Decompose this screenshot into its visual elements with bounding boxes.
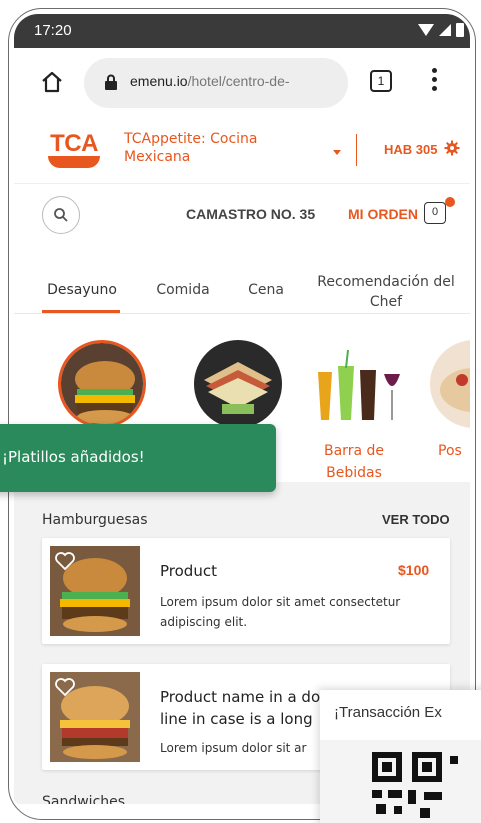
status-time: 17:20 <box>34 22 72 39</box>
tab-comida[interactable]: Comida <box>150 280 216 300</box>
qr-container <box>320 740 481 823</box>
transaction-title: ¡Transacción Ex <box>334 704 442 721</box>
address-bar[interactable]: emenu.io/hotel/centro-de- <box>84 58 348 108</box>
browser-bar: emenu.io/hotel/centro-de- 1 <box>14 48 470 116</box>
table-bar: CAMASTRO NO. 35 MI ORDEN 0 <box>14 184 470 252</box>
product-name: Product <box>160 562 217 580</box>
product-card[interactable]: Product $100 Lorem ipsum dolor sit amet … <box>42 538 450 644</box>
product-name: Product name in a do <box>160 688 321 706</box>
product-image <box>50 672 140 762</box>
product-name-line2: line in case is a long <box>160 710 313 728</box>
restaurant-logo: TCA <box>42 130 106 168</box>
logo-bowl <box>48 156 100 168</box>
search-icon <box>54 208 68 222</box>
subcat-postres[interactable] <box>430 340 470 428</box>
view-all-link[interactable]: VER TODO <box>382 512 450 527</box>
product-description: Lorem ipsum dolor sit ar <box>160 741 307 755</box>
search-button[interactable] <box>42 196 80 234</box>
sandwich-image <box>194 340 282 428</box>
active-tab-indicator <box>42 310 120 313</box>
signal-icon <box>439 24 451 36</box>
subcat-bebidas[interactable] <box>312 340 412 428</box>
subcat-label-postres: Pos <box>438 443 462 459</box>
section-title-sandwiches: Sandwiches <box>42 794 126 804</box>
section-title: Hamburguesas <box>42 512 148 528</box>
url-text: emenu.io/hotel/centro-de- <box>130 73 290 89</box>
product-price: $100 <box>398 562 430 578</box>
tabs-button[interactable]: 1 <box>370 70 392 92</box>
toast-notification: ¡Platillos añadidos! <box>0 424 276 492</box>
category-tabs: Desayuno Comida Cena Recomendación del C… <box>14 252 470 314</box>
order-count-badge[interactable]: 0 <box>424 202 446 224</box>
product-description: Lorem ipsum dolor sit amet consectetur a… <box>160 595 401 629</box>
dessert-image <box>430 340 470 428</box>
screen: 17:20 emenu.io/hotel/centro-de- 1 TCA TC… <box>14 14 470 804</box>
app-header: TCA TCAppetite: Cocina Mexicana HAB 305 <box>14 116 470 184</box>
heart-icon[interactable] <box>54 676 76 698</box>
drinks-image <box>312 340 412 428</box>
product-image <box>50 546 140 636</box>
tab-cena[interactable]: Cena <box>242 280 290 300</box>
url-domain: emenu.io <box>130 73 188 89</box>
tab-recomendacion-chef[interactable]: Recomendación del Chef <box>316 272 456 312</box>
more-menu-icon[interactable] <box>428 66 440 96</box>
my-order-button[interactable]: MI ORDEN <box>348 206 418 222</box>
burger-image <box>61 343 143 425</box>
url-path: /hotel/centro-de- <box>187 73 290 89</box>
table-label: CAMASTRO NO. 35 <box>186 206 316 222</box>
subcat-label-bebidas: Barra de Bebidas <box>324 443 384 481</box>
header-divider <box>356 134 357 166</box>
subcat-hamburguesas[interactable] <box>58 340 146 428</box>
chevron-down-icon[interactable] <box>333 150 341 155</box>
home-icon[interactable] <box>40 70 64 94</box>
tab-desayuno[interactable]: Desayuno <box>42 280 122 300</box>
toast-message: ¡Platillos añadidos! <box>2 448 145 466</box>
qr-code-icon <box>372 752 458 818</box>
restaurant-selector[interactable]: TCAppetite: Cocina Mexicana <box>124 130 294 166</box>
logo-text: TCA <box>50 130 98 157</box>
status-icons <box>418 23 464 37</box>
lock-icon <box>105 74 117 90</box>
gear-icon[interactable] <box>444 140 460 156</box>
transaction-popup: ¡Transacción Ex <box>320 690 481 823</box>
order-notification-dot <box>445 197 455 207</box>
heart-icon[interactable] <box>54 550 76 572</box>
wifi-icon <box>418 24 434 36</box>
room-label: HAB 305 <box>384 142 438 157</box>
battery-icon <box>456 23 464 37</box>
subcat-sandwiches[interactable] <box>194 340 282 428</box>
status-bar: 17:20 <box>14 14 470 48</box>
